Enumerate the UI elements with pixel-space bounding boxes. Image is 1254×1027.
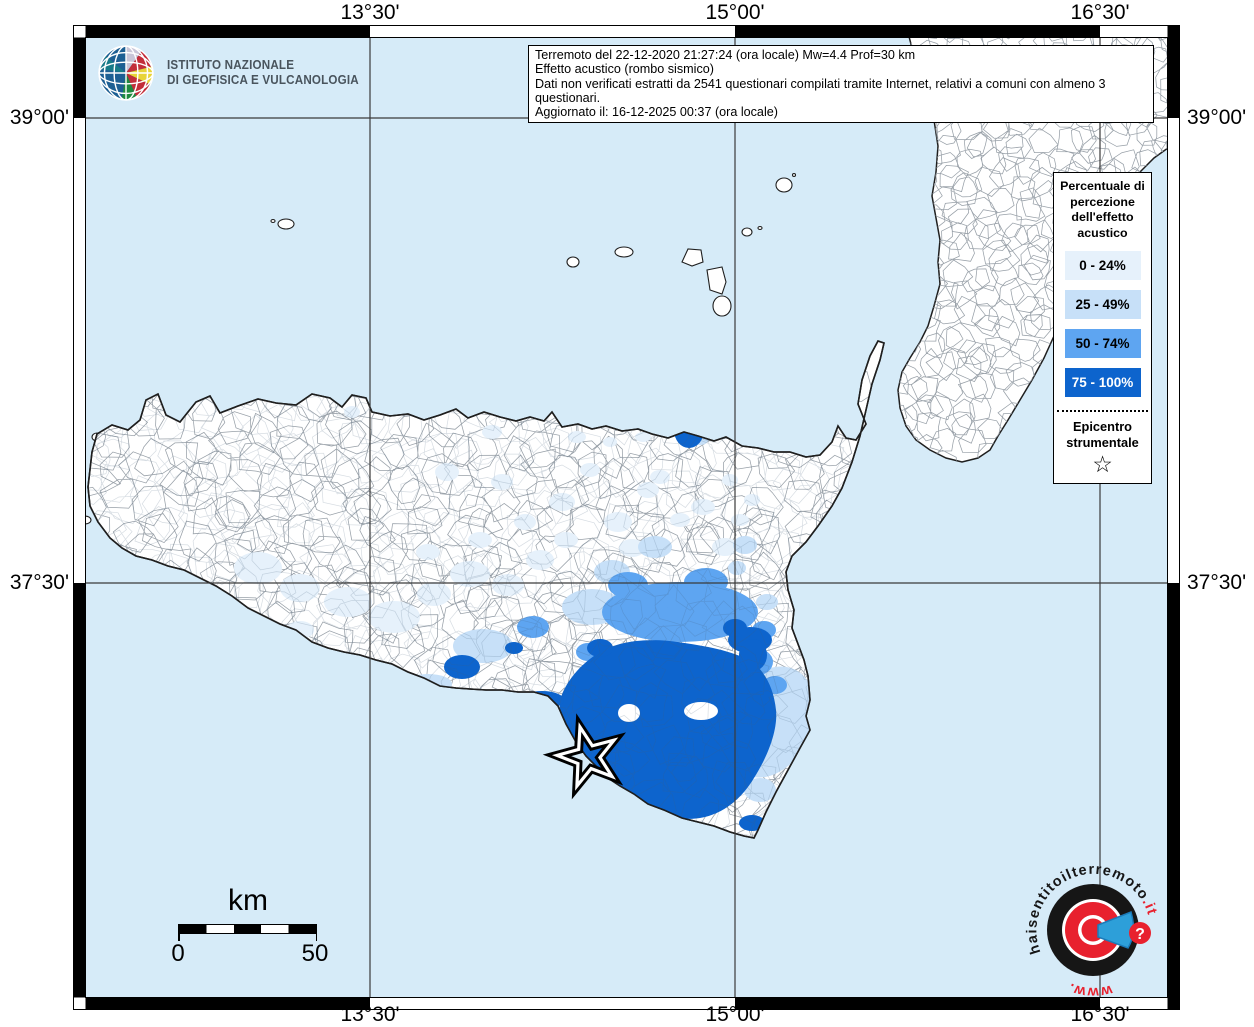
meridian-label-bottom-2: 15°00' — [705, 1003, 765, 1026]
earthquake-perception-map-page: { "branding": { "institute_line1": "ISTI… — [0, 0, 1254, 1026]
legend-title: Percentuale di percezione dell'effetto a… — [1060, 179, 1145, 240]
parallel-label-left-1: 39°00' — [9, 106, 69, 129]
legend-class-50-74: 50 - 74% — [1064, 329, 1141, 359]
ingv-globe-icon — [98, 45, 154, 101]
ingv-wordmark: ISTITUTO NAZIONALE DI GEOFISICA E VULCAN… — [167, 58, 359, 88]
effect-type-line: Effetto acustico (rombo sismico) — [535, 62, 714, 77]
meridian-label-top-2: 15°00' — [705, 1, 765, 24]
parallel-label-left-2: 37°30' — [9, 571, 69, 594]
scale-bar: km 0 50 — [170, 884, 340, 968]
meridian-label-bottom-1: 13°30' — [340, 1003, 400, 1026]
legend-class-25-49: 25 - 49% — [1064, 290, 1141, 320]
ingv-line2: DI GEOFISICA E VULCANOLOGIA — [167, 73, 359, 87]
question-mark-icon: ? — [1135, 926, 1145, 943]
ingv-line1: ISTITUTO NAZIONALE — [167, 58, 295, 72]
scale-bar-graphic — [178, 924, 317, 941]
parallel-label-right-1: 39°00' — [1187, 106, 1247, 129]
meridian-label-top-1: 13°30' — [340, 1, 400, 24]
event-summary-line: Terremoto del 22-12-2020 21:27:24 (ora l… — [535, 48, 916, 62]
data-source-line: Dati non verificati estratti da 2541 que… — [535, 76, 1106, 105]
watermark-www-text: www. — [1065, 979, 1114, 1000]
legend-class-0-24: 0 - 24% — [1064, 251, 1141, 281]
legend-class-75-100: 75 - 100% — [1064, 368, 1141, 398]
watermark-prefix-text: www. — [1065, 979, 1114, 1000]
scale-start-label: 0 — [171, 940, 185, 967]
ingv-logo: ISTITUTO NAZIONALE DI GEOFISICA E VULCAN… — [98, 45, 373, 101]
updated-at-line: Aggiornato il: 16-12-2025 00:37 (ora loc… — [535, 105, 778, 120]
watermark-icon: haisentitoilterremoto.it www. ? — [1024, 862, 1158, 1000]
parallel-label-right-2: 37°30' — [1187, 571, 1247, 594]
event-info-box: Terremoto del 22-12-2020 21:27:24 (ora l… — [528, 45, 1154, 124]
epicenter-star-icon: ☆ — [1092, 451, 1113, 478]
epicenter-legend-label: Epicentro strumentale — [1066, 419, 1139, 451]
legend-divider — [1057, 410, 1148, 413]
legend: Percentuale di percezione dell'effetto a… — [1053, 172, 1152, 485]
scale-unit-label: km — [228, 884, 268, 917]
meridian-label-top-3: 16°30' — [1070, 1, 1130, 24]
haisentitoilterremoto-watermark: haisentitoilterremoto.it www. ? — [1018, 855, 1170, 1007]
scale-end-label: 50 — [301, 940, 329, 967]
